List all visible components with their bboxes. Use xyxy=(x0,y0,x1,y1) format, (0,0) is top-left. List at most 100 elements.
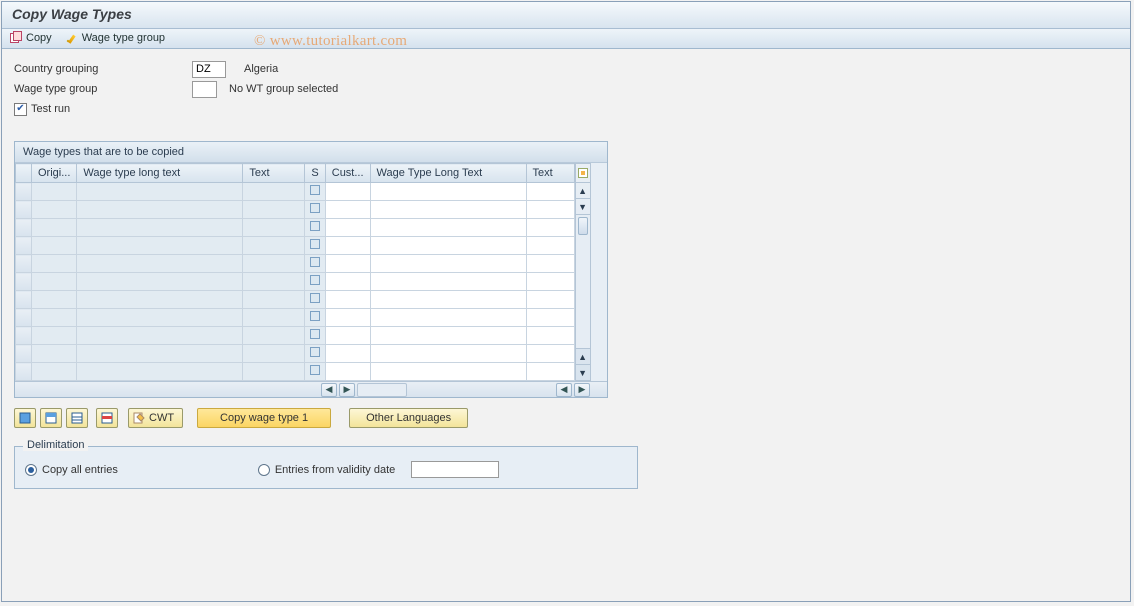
cell-orig[interactable] xyxy=(32,219,77,237)
cell-status[interactable] xyxy=(305,255,325,273)
row-selector[interactable] xyxy=(16,183,32,201)
col-long-text[interactable]: Wage type long text xyxy=(77,164,243,183)
cell-long-text[interactable] xyxy=(77,183,243,201)
col-text[interactable]: Text xyxy=(243,164,305,183)
cell-text-2[interactable] xyxy=(526,327,574,345)
cell-status[interactable] xyxy=(305,363,325,381)
table-row[interactable] xyxy=(16,345,575,363)
cell-orig[interactable] xyxy=(32,273,77,291)
cell-orig[interactable] xyxy=(32,327,77,345)
cell-long-text-2[interactable] xyxy=(370,237,526,255)
cell-status[interactable] xyxy=(305,309,325,327)
cell-long-text-2[interactable] xyxy=(370,291,526,309)
cell-text[interactable] xyxy=(243,219,305,237)
wage-type-group-button[interactable]: Wage type group xyxy=(66,32,165,44)
cell-orig[interactable] xyxy=(32,255,77,273)
select-all-button[interactable] xyxy=(14,408,36,428)
cell-long-text[interactable] xyxy=(77,309,243,327)
table-row[interactable] xyxy=(16,255,575,273)
cell-text-2[interactable] xyxy=(526,219,574,237)
table-config-icon[interactable] xyxy=(576,164,590,183)
table-row[interactable] xyxy=(16,327,575,345)
cell-text[interactable] xyxy=(243,273,305,291)
row-selector[interactable] xyxy=(16,363,32,381)
delete-row-button[interactable] xyxy=(96,408,118,428)
scroll-track[interactable] xyxy=(576,215,590,349)
copy-all-option[interactable]: Copy all entries xyxy=(25,464,118,476)
col-cust[interactable]: Cust... xyxy=(325,164,370,183)
cell-text-2[interactable] xyxy=(526,345,574,363)
table-row[interactable] xyxy=(16,273,575,291)
cell-cust[interactable] xyxy=(325,255,370,273)
cell-long-text[interactable] xyxy=(77,219,243,237)
col-text-2[interactable]: Text xyxy=(526,164,574,183)
table-row[interactable] xyxy=(16,309,575,327)
row-selector[interactable] xyxy=(16,273,32,291)
cell-long-text[interactable] xyxy=(77,201,243,219)
wage-type-group-input[interactable] xyxy=(192,81,217,98)
cwt-button[interactable]: CWT xyxy=(128,408,183,428)
cell-long-text-2[interactable] xyxy=(370,309,526,327)
cell-long-text-2[interactable] xyxy=(370,255,526,273)
cell-cust[interactable] xyxy=(325,309,370,327)
cell-orig[interactable] xyxy=(32,363,77,381)
cell-long-text[interactable] xyxy=(77,237,243,255)
cell-status[interactable] xyxy=(305,183,325,201)
table-row[interactable] xyxy=(16,183,575,201)
cell-cust[interactable] xyxy=(325,273,370,291)
cell-status[interactable] xyxy=(305,219,325,237)
cell-cust[interactable] xyxy=(325,327,370,345)
table-row[interactable] xyxy=(16,237,575,255)
cell-cust[interactable] xyxy=(325,183,370,201)
cell-orig[interactable] xyxy=(32,201,77,219)
cell-status[interactable] xyxy=(305,237,325,255)
wage-types-table[interactable]: Origi... Wage type long text Text S Cust… xyxy=(15,163,575,381)
cell-status[interactable] xyxy=(305,273,325,291)
cell-cust[interactable] xyxy=(325,363,370,381)
cell-long-text[interactable] xyxy=(77,255,243,273)
cell-text-2[interactable] xyxy=(526,183,574,201)
copy-wage-type-1-button[interactable]: Copy wage type 1 xyxy=(197,408,331,428)
cell-text-2[interactable] xyxy=(526,273,574,291)
cell-status[interactable] xyxy=(305,201,325,219)
hscroll-left-2[interactable]: ◀ xyxy=(556,383,572,397)
from-date-option[interactable]: Entries from validity date xyxy=(258,461,499,478)
cell-text[interactable] xyxy=(243,201,305,219)
cell-long-text[interactable] xyxy=(77,273,243,291)
scroll-thumb[interactable] xyxy=(578,217,588,235)
cell-text-2[interactable] xyxy=(526,291,574,309)
cell-text[interactable] xyxy=(243,309,305,327)
cell-status[interactable] xyxy=(305,345,325,363)
copy-all-radio[interactable] xyxy=(25,464,37,476)
row-selector[interactable] xyxy=(16,237,32,255)
table-row[interactable] xyxy=(16,201,575,219)
scroll-up-icon[interactable]: ▲ xyxy=(576,183,590,199)
cell-cust[interactable] xyxy=(325,219,370,237)
cell-text-2[interactable] xyxy=(526,237,574,255)
hscroll-right-1[interactable]: ▶ xyxy=(339,383,355,397)
table-vscroll[interactable]: ▲ ▼ ▲ ▼ xyxy=(575,163,591,381)
cell-cust[interactable] xyxy=(325,201,370,219)
country-grouping-input[interactable] xyxy=(192,61,226,78)
cell-orig[interactable] xyxy=(32,291,77,309)
cell-text-2[interactable] xyxy=(526,309,574,327)
cell-text[interactable] xyxy=(243,183,305,201)
cell-text[interactable] xyxy=(243,345,305,363)
cell-long-text-2[interactable] xyxy=(370,363,526,381)
row-selector[interactable] xyxy=(16,219,32,237)
cell-orig[interactable] xyxy=(32,183,77,201)
cell-long-text-2[interactable] xyxy=(370,219,526,237)
row-selector[interactable] xyxy=(16,327,32,345)
validity-date-input[interactable] xyxy=(411,461,499,478)
cell-cust[interactable] xyxy=(325,345,370,363)
scroll-down-icon[interactable]: ▼ xyxy=(576,199,590,215)
other-languages-button[interactable]: Other Languages xyxy=(349,408,468,428)
cell-text-2[interactable] xyxy=(526,255,574,273)
cell-orig[interactable] xyxy=(32,345,77,363)
cell-long-text-2[interactable] xyxy=(370,201,526,219)
table-row[interactable] xyxy=(16,219,575,237)
insert-row-button[interactable] xyxy=(66,408,88,428)
copy-button[interactable]: Copy xyxy=(10,32,52,44)
cell-long-text[interactable] xyxy=(77,363,243,381)
cell-long-text-2[interactable] xyxy=(370,345,526,363)
